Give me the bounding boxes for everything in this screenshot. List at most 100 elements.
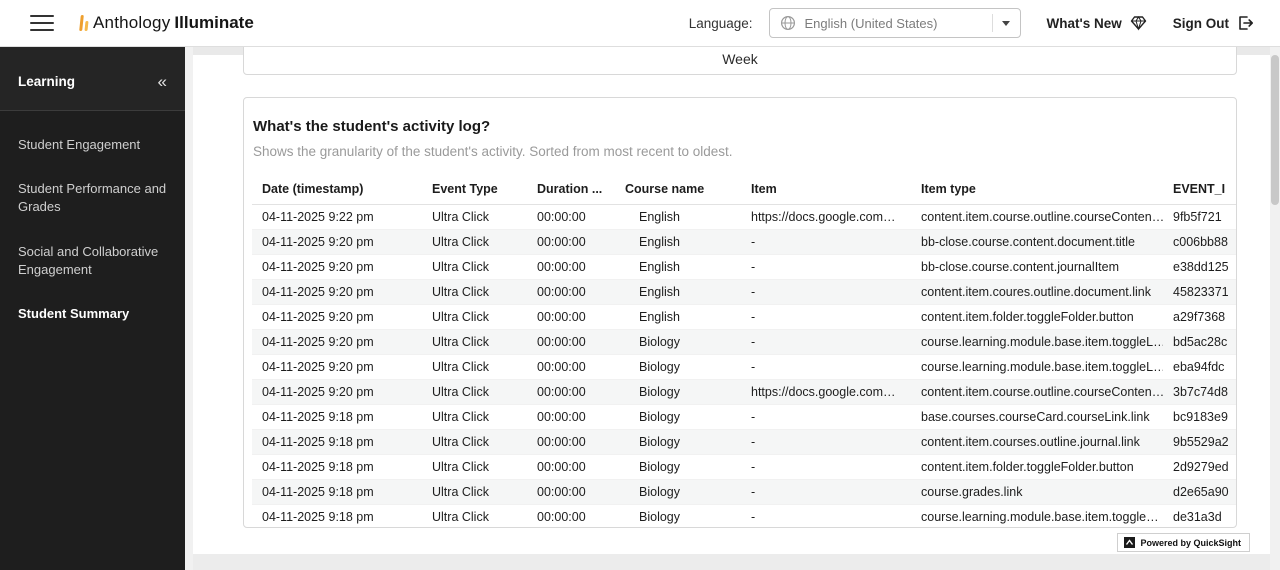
table-body: 04-11-2025 9:22 pmUltra Click00:00:00Eng… [252, 205, 1237, 529]
logout-icon [1237, 15, 1254, 31]
table-cell: Ultra Click [422, 380, 527, 405]
table-cell: English [615, 280, 741, 305]
table-cell: 04-11-2025 9:18 pm [252, 405, 422, 430]
table-cell: Ultra Click [422, 430, 527, 455]
table-cell: 00:00:00 [527, 330, 615, 355]
table-cell: Ultra Click [422, 505, 527, 529]
table-cell: course.grades.link [911, 480, 1163, 505]
table-header-row: Date (timestamp)Event TypeDuration ...Co… [252, 175, 1237, 205]
sign-out-button[interactable]: Sign Out [1173, 15, 1254, 31]
powered-by-quicksight-badge[interactable]: Powered by QuickSight [1117, 533, 1250, 552]
table-cell: - [741, 480, 911, 505]
table-cell: 04-11-2025 9:20 pm [252, 305, 422, 330]
column-header[interactable]: Date (timestamp) [252, 175, 422, 205]
hamburger-menu-icon[interactable] [30, 15, 54, 31]
powered-by-label: Powered by QuickSight [1140, 538, 1241, 548]
table-cell: 00:00:00 [527, 280, 615, 305]
table-row: 04-11-2025 9:20 pmUltra Click00:00:00Eng… [252, 280, 1237, 305]
table-row: 04-11-2025 9:20 pmUltra Click00:00:00Eng… [252, 305, 1237, 330]
table-cell: 3b7c74d8 [1163, 380, 1237, 405]
activity-table: Date (timestamp)Event TypeDuration ...Co… [252, 175, 1237, 528]
quicksight-logo-icon [1124, 537, 1135, 548]
table-cell: Biology [615, 430, 741, 455]
table-cell: - [741, 330, 911, 355]
table-cell: - [741, 405, 911, 430]
table-row: 04-11-2025 9:20 pmUltra Click00:00:00Bio… [252, 355, 1237, 380]
activity-card-title: What's the student's activity log? [253, 118, 1226, 135]
brand-name-secondary: Illuminate [174, 13, 253, 33]
sidebar-item-student-engagement[interactable]: Student Engagement [0, 123, 185, 167]
main-content: Week What's the student's activity log? … [193, 47, 1280, 570]
column-header[interactable]: EVENT_I [1163, 175, 1237, 205]
table-cell: Ultra Click [422, 455, 527, 480]
table-cell: Biology [615, 505, 741, 529]
table-cell: 04-11-2025 9:18 pm [252, 480, 422, 505]
whats-new-label: What's New [1047, 16, 1122, 31]
column-header[interactable]: Duration ... [527, 175, 615, 205]
table-row: 04-11-2025 9:20 pmUltra Click00:00:00Eng… [252, 230, 1237, 255]
activity-card-subtitle: Shows the granularity of the student's a… [253, 144, 1226, 159]
column-header[interactable]: Item type [911, 175, 1163, 205]
table-cell: 04-11-2025 9:20 pm [252, 380, 422, 405]
table-cell: bb-close.course.content.journalItem [911, 255, 1163, 280]
table-cell: - [741, 430, 911, 455]
table-cell: 04-11-2025 9:18 pm [252, 455, 422, 480]
table-cell: course.learning.module.base.item.toggleL… [911, 330, 1163, 355]
table-cell: 04-11-2025 9:20 pm [252, 330, 422, 355]
topbar-right-cluster: Language: English (United States) What's… [689, 8, 1254, 38]
table-cell: English [615, 255, 741, 280]
chevron-down-icon[interactable] [1002, 21, 1010, 26]
sidebar-item-student-performance-and-grades[interactable]: Student Performance and Grades [0, 167, 185, 229]
activity-card-header: What's the student's activity log? Shows… [244, 118, 1236, 159]
anthology-logo-icon [80, 15, 88, 31]
table-row: 04-11-2025 9:20 pmUltra Click00:00:00Eng… [252, 255, 1237, 280]
table-cell: English [615, 230, 741, 255]
table-cell: https://docs.google.com… [741, 380, 911, 405]
column-header[interactable]: Event Type [422, 175, 527, 205]
table-cell: 9fb5f721 [1163, 205, 1237, 230]
table-cell: content.item.folder.toggleFolder.button [911, 455, 1163, 480]
collapse-sidebar-icon[interactable]: « [158, 73, 167, 90]
table-row: 04-11-2025 9:20 pmUltra Click00:00:00Bio… [252, 330, 1237, 355]
table-row: 04-11-2025 9:18 pmUltra Click00:00:00Bio… [252, 505, 1237, 529]
table-cell: Ultra Click [422, 205, 527, 230]
table-cell: - [741, 455, 911, 480]
table-cell: d2e65a90 [1163, 480, 1237, 505]
page-scrollbar[interactable] [1270, 47, 1280, 570]
table-cell: Ultra Click [422, 280, 527, 305]
table-cell: bd5ac28c [1163, 330, 1237, 355]
sign-out-label: Sign Out [1173, 16, 1229, 31]
language-select[interactable]: English (United States) [769, 8, 1021, 38]
sidebar-item-social-and-collaborative-engagement[interactable]: Social and Collaborative Engagement [0, 230, 185, 292]
whats-new-button[interactable]: What's New [1047, 15, 1147, 31]
table-cell: Ultra Click [422, 355, 527, 380]
table-cell: - [741, 505, 911, 529]
column-header[interactable]: Item [741, 175, 911, 205]
table-cell: 9b5529a2 [1163, 430, 1237, 455]
table-cell: Ultra Click [422, 405, 527, 430]
page-scrollbar-thumb[interactable] [1271, 55, 1279, 205]
table-cell: https://docs.google.com… [741, 205, 911, 230]
globe-icon [780, 15, 796, 31]
sidebar: Learning « Student EngagementStudent Per… [0, 47, 185, 570]
table-cell: Ultra Click [422, 330, 527, 355]
table-cell: a29f7368 [1163, 305, 1237, 330]
table-cell: Biology [615, 330, 741, 355]
column-header[interactable]: Course name [615, 175, 741, 205]
table-cell: English [615, 205, 741, 230]
sidebar-title: Learning [18, 74, 75, 89]
table-cell: 04-11-2025 9:18 pm [252, 505, 422, 529]
language-selected-value: English (United States) [805, 16, 983, 31]
table-row: 04-11-2025 9:18 pmUltra Click00:00:00Bio… [252, 455, 1237, 480]
table-cell: bb-close.course.content.document.title [911, 230, 1163, 255]
table-row: 04-11-2025 9:22 pmUltra Click00:00:00Eng… [252, 205, 1237, 230]
table-cell: - [741, 280, 911, 305]
sidebar-item-student-summary[interactable]: Student Summary [0, 292, 185, 336]
table-cell: 04-11-2025 9:20 pm [252, 230, 422, 255]
sidebar-header: Learning « [0, 47, 185, 111]
table-cell: 00:00:00 [527, 405, 615, 430]
table-cell: 00:00:00 [527, 480, 615, 505]
table-cell: 04-11-2025 9:20 pm [252, 355, 422, 380]
sidebar-scrollbar[interactable] [185, 47, 193, 570]
table-cell: 00:00:00 [527, 380, 615, 405]
